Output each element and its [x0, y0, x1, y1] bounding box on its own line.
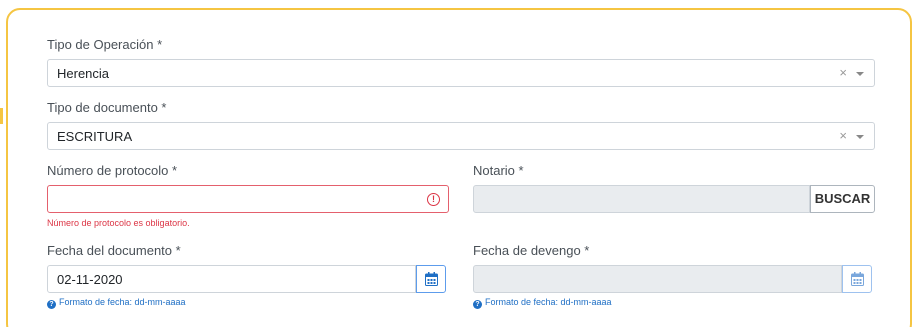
tipo-documento-label: Tipo de documento * — [47, 100, 167, 115]
numero-protocolo-label: Número de protocolo * — [47, 163, 178, 178]
fecha-documento-label: Fecha del documento * — [47, 243, 181, 258]
clear-icon[interactable]: × — [839, 65, 847, 81]
fecha-documento-help: ? Formato de fecha: dd-mm-aaaa — [47, 297, 186, 309]
numero-protocolo-error: Número de protocolo es obligatorio. — [47, 218, 190, 228]
fecha-documento-calendar-button[interactable] — [416, 265, 446, 293]
clear-icon[interactable]: × — [839, 128, 847, 144]
tipo-operacion-label: Tipo de Operación * — [47, 37, 163, 52]
fecha-documento-help-text: Formato de fecha: dd-mm-aaaa — [59, 297, 186, 307]
calendar-icon — [425, 272, 438, 286]
buscar-button[interactable]: BUSCAR — [810, 185, 875, 213]
tipo-operacion-value: Herencia — [57, 66, 110, 81]
notario-label: Notario * — [473, 163, 524, 178]
fecha-devengo-calendar-button[interactable] — [842, 265, 872, 293]
tipo-documento-select[interactable]: ESCRITURA × — [47, 122, 875, 150]
chevron-down-icon[interactable] — [856, 135, 864, 139]
fecha-documento-input[interactable]: 02-11-2020 — [47, 265, 416, 293]
fecha-devengo-label: Fecha de devengo * — [473, 243, 590, 258]
fecha-devengo-help: ? Formato de fecha: dd-mm-aaaa — [473, 297, 612, 309]
tipo-operacion-select[interactable]: Herencia × — [47, 59, 875, 87]
numero-protocolo-input[interactable]: ! — [47, 185, 449, 213]
fecha-documento-value: 02-11-2020 — [57, 272, 123, 287]
fecha-devengo-help-text: Formato de fecha: dd-mm-aaaa — [485, 297, 612, 307]
question-circle-icon: ? — [473, 300, 482, 309]
tipo-documento-value: ESCRITURA — [57, 129, 133, 144]
calendar-icon — [851, 272, 864, 286]
fecha-devengo-input — [473, 265, 842, 293]
card-edge-mark — [0, 108, 3, 124]
chevron-down-icon[interactable] — [856, 72, 864, 76]
notario-input — [473, 185, 810, 213]
question-circle-icon: ? — [47, 300, 56, 309]
error-icon: ! — [427, 193, 440, 206]
